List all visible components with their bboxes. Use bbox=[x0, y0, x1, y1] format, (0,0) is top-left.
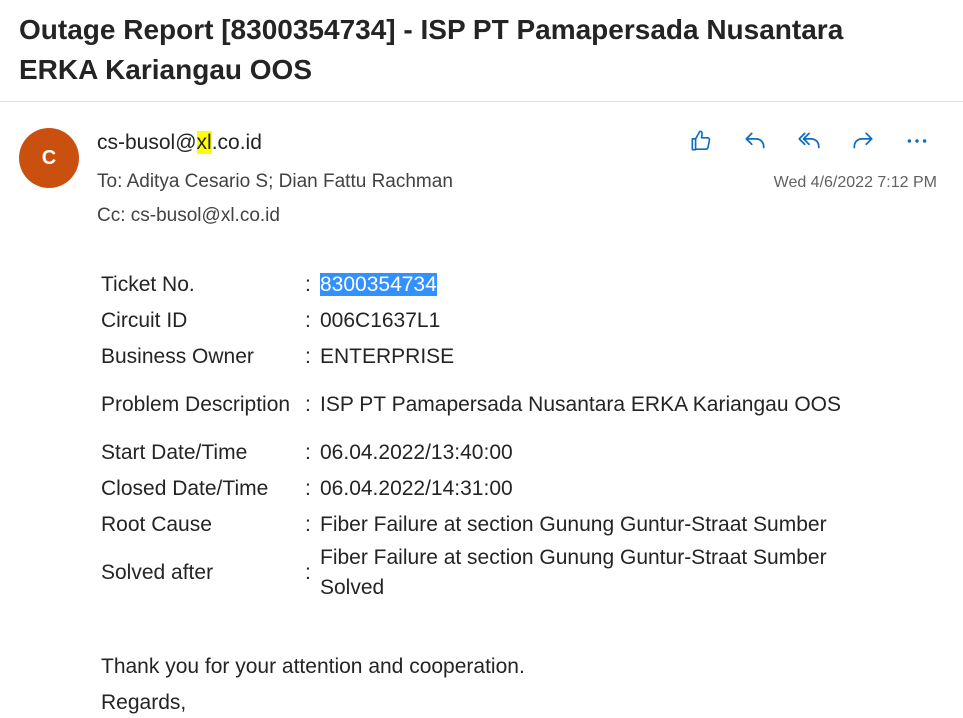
more-icon bbox=[907, 139, 927, 143]
avatar-initial: C bbox=[41, 146, 57, 169]
detail-colon: : bbox=[305, 513, 311, 536]
detail-colon: : bbox=[305, 309, 311, 332]
like-icon bbox=[691, 130, 711, 151]
header-divider bbox=[0, 101, 963, 102]
detail-value: ENTERPRISE bbox=[320, 345, 455, 368]
detail-label: Circuit ID bbox=[101, 309, 188, 332]
more-button[interactable] bbox=[892, 124, 942, 158]
table-row: Ticket No. : 8300354734 bbox=[96, 267, 865, 303]
detail-colon: : bbox=[305, 273, 311, 296]
detail-value: 06.04.2022/14:31:00 bbox=[320, 477, 513, 500]
regards-text: Regards, bbox=[101, 691, 187, 714]
sender-prefix: cs-busol@ bbox=[97, 131, 197, 154]
sent-date: Wed 4/6/2022 7:12 PM bbox=[773, 174, 937, 191]
detail-label: Business Owner bbox=[101, 345, 254, 368]
like-button[interactable] bbox=[676, 124, 726, 158]
sender-address[interactable]: cs-busol@xl.co.id bbox=[97, 131, 262, 155]
forward-icon bbox=[853, 132, 873, 149]
detail-colon: : bbox=[305, 441, 311, 464]
detail-value: 8300354734 bbox=[315, 267, 865, 303]
reply-all-button[interactable] bbox=[784, 124, 834, 158]
detail-label: Closed Date/Time bbox=[101, 477, 269, 500]
detail-label: Start Date/Time bbox=[101, 441, 248, 464]
table-row: Start Date/Time : 06.04.2022/13:40:00 bbox=[96, 435, 865, 471]
detail-colon: : bbox=[305, 477, 311, 500]
table-row: Closed Date/Time : 06.04.2022/14:31:00 bbox=[96, 471, 865, 507]
detail-colon: : bbox=[305, 393, 311, 416]
sender-suffix: .co.id bbox=[211, 131, 262, 154]
detail-colon: : bbox=[305, 561, 311, 584]
closing-text: Thank you for your attention and coopera… bbox=[101, 655, 525, 678]
detail-label: Solved after bbox=[101, 561, 214, 584]
outage-details-table: Ticket No. : 8300354734 Circuit ID : 006… bbox=[96, 267, 865, 603]
detail-colon: : bbox=[305, 345, 311, 368]
forward-button[interactable] bbox=[838, 124, 888, 158]
detail-label: Problem Description bbox=[101, 393, 291, 416]
detail-value: ISP PT Pamapersada Nusantara ERKA Karian… bbox=[320, 393, 842, 416]
detail-label: Ticket No. bbox=[101, 273, 195, 296]
detail-label: Root Cause bbox=[101, 513, 212, 536]
reply-icon bbox=[745, 132, 765, 149]
ticket-number-selected[interactable]: 8300354734 bbox=[320, 273, 437, 296]
to-recipients[interactable]: To: Aditya Cesario S; Dian Fattu Rachman bbox=[97, 171, 453, 193]
reply-all-icon bbox=[798, 132, 820, 149]
detail-value: 06.04.2022/13:40:00 bbox=[320, 441, 513, 464]
message-actions bbox=[676, 124, 942, 158]
sender-highlight: xl bbox=[196, 131, 212, 154]
detail-value: Fiber Failure at section Gunung Guntur-S… bbox=[320, 513, 827, 536]
email-subject: Outage Report [8300354734] - ISP PT Pama… bbox=[19, 14, 844, 85]
detail-value: Fiber Failure at section Gunung Guntur-S… bbox=[320, 546, 827, 599]
reply-button[interactable] bbox=[730, 124, 780, 158]
table-row: Business Owner : ENTERPRISE bbox=[96, 339, 865, 375]
table-row: Problem Description : ISP PT Pamapersada… bbox=[96, 375, 865, 435]
truncated-text-line bbox=[97, 229, 457, 243]
sender-avatar[interactable]: C bbox=[19, 128, 79, 188]
cc-recipients[interactable]: Cc: cs-busol@xl.co.id bbox=[97, 205, 280, 227]
table-row: Circuit ID : 006C1637L1 bbox=[96, 303, 865, 339]
detail-value: 006C1637L1 bbox=[320, 309, 441, 332]
table-row: Solved after : Fiber Failure at section … bbox=[96, 543, 865, 603]
table-row: Root Cause : Fiber Failure at section Gu… bbox=[96, 507, 865, 543]
